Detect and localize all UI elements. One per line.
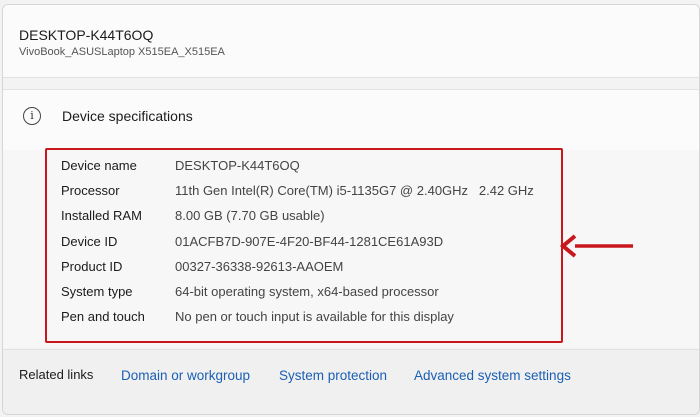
device-specifications-header[interactable]: i Device specifications — [3, 89, 699, 151]
related-links-bar: Related links Domain or workgroup System… — [3, 349, 699, 414]
advanced-system-settings-link[interactable]: Advanced system settings — [414, 368, 571, 383]
related-links-label: Related links — [19, 367, 94, 382]
highlight-box — [45, 148, 563, 343]
system-protection-link[interactable]: System protection — [279, 368, 387, 383]
info-icon: i — [23, 107, 41, 125]
device-header-card: DESKTOP-K44T6OQ VivoBook_ASUSLaptop X515… — [3, 5, 699, 78]
domain-or-workgroup-link[interactable]: Domain or workgroup — [121, 368, 250, 383]
device-specifications-title: Device specifications — [62, 108, 193, 124]
arrow-left-icon — [559, 234, 633, 258]
settings-about-panel: DESKTOP-K44T6OQ VivoBook_ASUSLaptop X515… — [2, 4, 700, 415]
device-model: VivoBook_ASUSLaptop X515EA_X515EA — [19, 46, 225, 58]
device-name-title: DESKTOP-K44T6OQ — [19, 27, 154, 43]
